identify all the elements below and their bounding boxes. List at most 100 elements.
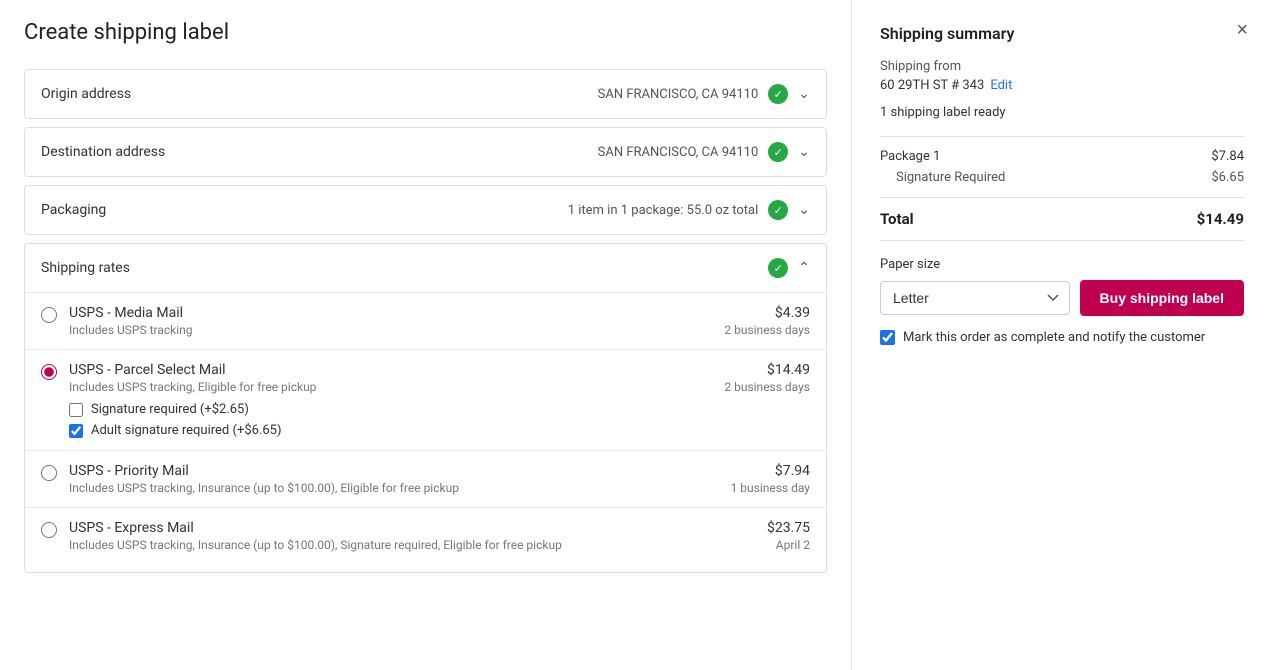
rate-option-sig-required[interactable]: Signature required (+$2.65) bbox=[69, 402, 700, 417]
buy-shipping-label-button[interactable]: Buy shipping label bbox=[1080, 280, 1244, 316]
origin-chevron-icon: ⌄ bbox=[798, 86, 810, 102]
origin-address-label: Origin address bbox=[41, 86, 131, 102]
shipping-rates-chevron-icon: ⌃ bbox=[798, 260, 810, 276]
rate-item-express-mail: USPS - Express Mail Includes USPS tracki… bbox=[25, 507, 826, 564]
destination-address-label: Destination address bbox=[41, 144, 165, 160]
destination-address-section: Destination address SAN FRANCISCO, CA 94… bbox=[24, 127, 827, 177]
modal-left-panel: Create shipping label Origin address SAN… bbox=[0, 0, 852, 670]
summary-total-label: Total bbox=[880, 210, 914, 228]
rate-info-parcel-select: USPS - Parcel Select Mail Includes USPS … bbox=[69, 362, 700, 438]
summary-divider-top bbox=[880, 136, 1244, 137]
create-shipping-label-modal: Create shipping label Origin address SAN… bbox=[0, 0, 1272, 670]
origin-address-right: SAN FRANCISCO, CA 94110 ✓ ⌄ bbox=[598, 84, 810, 104]
paper-size-select[interactable]: Letter 4x6 Label bbox=[880, 281, 1070, 315]
summary-total-line: Total $14.49 bbox=[880, 210, 1244, 228]
modal-right-panel: Shipping summary Shipping from 60 29TH S… bbox=[852, 0, 1272, 670]
shipping-rates-header[interactable]: Shipping rates ✓ ⌃ bbox=[25, 244, 826, 292]
rate-right-parcel-select: $14.49 2 business days bbox=[700, 362, 810, 394]
destination-check-icon: ✓ bbox=[768, 142, 788, 162]
packaging-header[interactable]: Packaging 1 item in 1 package: 55.0 oz t… bbox=[25, 186, 826, 234]
rate-name-parcel-select: USPS - Parcel Select Mail bbox=[69, 362, 700, 378]
rate-radio-priority-mail[interactable] bbox=[41, 465, 57, 481]
adult-sig-label: Adult signature required (+$6.65) bbox=[91, 423, 282, 438]
edit-address-link[interactable]: Edit bbox=[990, 78, 1012, 93]
summary-package1-line: Package 1 $7.84 bbox=[880, 149, 1244, 164]
shipping-rates-header-right: ✓ ⌃ bbox=[768, 258, 810, 278]
summary-divider-bottom bbox=[880, 197, 1244, 198]
rate-left-priority-mail: USPS - Priority Mail Includes USPS track… bbox=[41, 463, 700, 495]
checkbox-sig-required[interactable] bbox=[69, 403, 83, 417]
destination-address-right: SAN FRANCISCO, CA 94110 ✓ ⌄ bbox=[598, 142, 810, 162]
packaging-right: 1 item in 1 package: 55.0 oz total ✓ ⌄ bbox=[568, 200, 810, 220]
origin-address-section: Origin address SAN FRANCISCO, CA 94110 ✓… bbox=[24, 69, 827, 119]
summary-signature-price: $6.65 bbox=[1211, 170, 1244, 185]
summary-package1-label: Package 1 bbox=[880, 149, 940, 164]
origin-address-header[interactable]: Origin address SAN FRANCISCO, CA 94110 ✓… bbox=[25, 70, 826, 118]
summary-signature-line: Signature Required $6.65 bbox=[880, 170, 1244, 185]
rate-desc-media-mail: Includes USPS tracking bbox=[69, 323, 700, 337]
packaging-chevron-icon: ⌄ bbox=[798, 202, 810, 218]
rate-days-express-mail: April 2 bbox=[700, 538, 810, 552]
rate-item-media-mail: USPS - Media Mail Includes USPS tracking… bbox=[25, 292, 826, 349]
rate-desc-priority-mail: Includes USPS tracking, Insurance (up to… bbox=[69, 481, 700, 495]
rate-info-priority-mail: USPS - Priority Mail Includes USPS track… bbox=[69, 463, 700, 495]
rate-option-adult-sig[interactable]: Adult signature required (+$6.65) bbox=[69, 423, 700, 438]
notify-row: Mark this order as complete and notify t… bbox=[880, 330, 1244, 345]
shipping-rates-label: Shipping rates bbox=[41, 260, 130, 276]
summary-package1-price: $7.84 bbox=[1211, 149, 1244, 164]
rates-list: USPS - Media Mail Includes USPS tracking… bbox=[25, 292, 826, 572]
summary-address-row: 60 29TH ST # 343 Edit bbox=[880, 78, 1244, 93]
rate-name-media-mail: USPS - Media Mail bbox=[69, 305, 700, 321]
summary-signature-label: Signature Required bbox=[896, 170, 1005, 185]
rate-price-parcel-select: $14.49 bbox=[700, 362, 810, 378]
destination-address-header[interactable]: Destination address SAN FRANCISCO, CA 94… bbox=[25, 128, 826, 176]
rate-left-express-mail: USPS - Express Mail Includes USPS tracki… bbox=[41, 520, 700, 552]
rate-options-parcel-select: Signature required (+$2.65) Adult signat… bbox=[69, 402, 700, 438]
summary-ready: 1 shipping label ready bbox=[880, 105, 1244, 120]
rate-left-parcel-select: USPS - Parcel Select Mail Includes USPS … bbox=[41, 362, 700, 438]
checkbox-adult-sig[interactable] bbox=[69, 424, 83, 438]
summary-address: 60 29TH ST # 343 bbox=[880, 78, 984, 93]
packaging-section: Packaging 1 item in 1 package: 55.0 oz t… bbox=[24, 185, 827, 235]
rate-info-media-mail: USPS - Media Mail Includes USPS tracking bbox=[69, 305, 700, 337]
summary-total-price: $14.49 bbox=[1197, 210, 1244, 228]
packaging-label: Packaging bbox=[41, 202, 106, 218]
rate-price-priority-mail: $7.94 bbox=[700, 463, 810, 479]
rate-item-priority-mail: USPS - Priority Mail Includes USPS track… bbox=[25, 450, 826, 507]
rate-radio-media-mail[interactable] bbox=[41, 307, 57, 323]
origin-check-icon: ✓ bbox=[768, 84, 788, 104]
rate-price-express-mail: $23.75 bbox=[700, 520, 810, 536]
sig-required-label: Signature required (+$2.65) bbox=[91, 402, 249, 417]
notify-label: Mark this order as complete and notify t… bbox=[903, 330, 1205, 345]
rate-name-express-mail: USPS - Express Mail bbox=[69, 520, 700, 536]
destination-address-value: SAN FRANCISCO, CA 94110 bbox=[598, 145, 759, 160]
rate-right-express-mail: $23.75 April 2 bbox=[700, 520, 810, 552]
summary-title: Shipping summary bbox=[880, 24, 1244, 43]
packaging-check-icon: ✓ bbox=[768, 200, 788, 220]
rate-desc-express-mail: Includes USPS tracking, Insurance (up to… bbox=[69, 538, 700, 552]
shipping-rates-section: Shipping rates ✓ ⌃ USPS - Media Mail Inc… bbox=[24, 243, 827, 573]
rate-days-priority-mail: 1 business day bbox=[700, 481, 810, 495]
notify-checkbox[interactable] bbox=[880, 330, 895, 345]
paper-size-row: Letter 4x6 Label Buy shipping label bbox=[880, 280, 1244, 316]
modal-title: Create shipping label bbox=[24, 20, 827, 45]
rate-item-parcel-select: USPS - Parcel Select Mail Includes USPS … bbox=[25, 349, 826, 450]
close-button[interactable]: × bbox=[1232, 16, 1252, 44]
paper-size-label: Paper size bbox=[880, 257, 1244, 272]
shipping-rates-check-icon: ✓ bbox=[768, 258, 788, 278]
rate-right-media-mail: $4.39 2 business days bbox=[700, 305, 810, 337]
summary-divider-after-total bbox=[880, 240, 1244, 241]
origin-address-value: SAN FRANCISCO, CA 94110 bbox=[598, 87, 759, 102]
packaging-value: 1 item in 1 package: 55.0 oz total bbox=[568, 203, 759, 218]
rate-info-express-mail: USPS - Express Mail Includes USPS tracki… bbox=[69, 520, 700, 552]
rate-radio-parcel-select[interactable] bbox=[41, 364, 57, 380]
rate-name-priority-mail: USPS - Priority Mail bbox=[69, 463, 700, 479]
rate-days-parcel-select: 2 business days bbox=[700, 380, 810, 394]
summary-from-label: Shipping from bbox=[880, 59, 1244, 74]
rate-desc-parcel-select: Includes USPS tracking, Eligible for fre… bbox=[69, 380, 700, 394]
rate-price-media-mail: $4.39 bbox=[700, 305, 810, 321]
rate-left-media-mail: USPS - Media Mail Includes USPS tracking bbox=[41, 305, 700, 337]
rate-radio-express-mail[interactable] bbox=[41, 522, 57, 538]
rate-days-media-mail: 2 business days bbox=[700, 323, 810, 337]
destination-chevron-icon: ⌄ bbox=[798, 144, 810, 160]
